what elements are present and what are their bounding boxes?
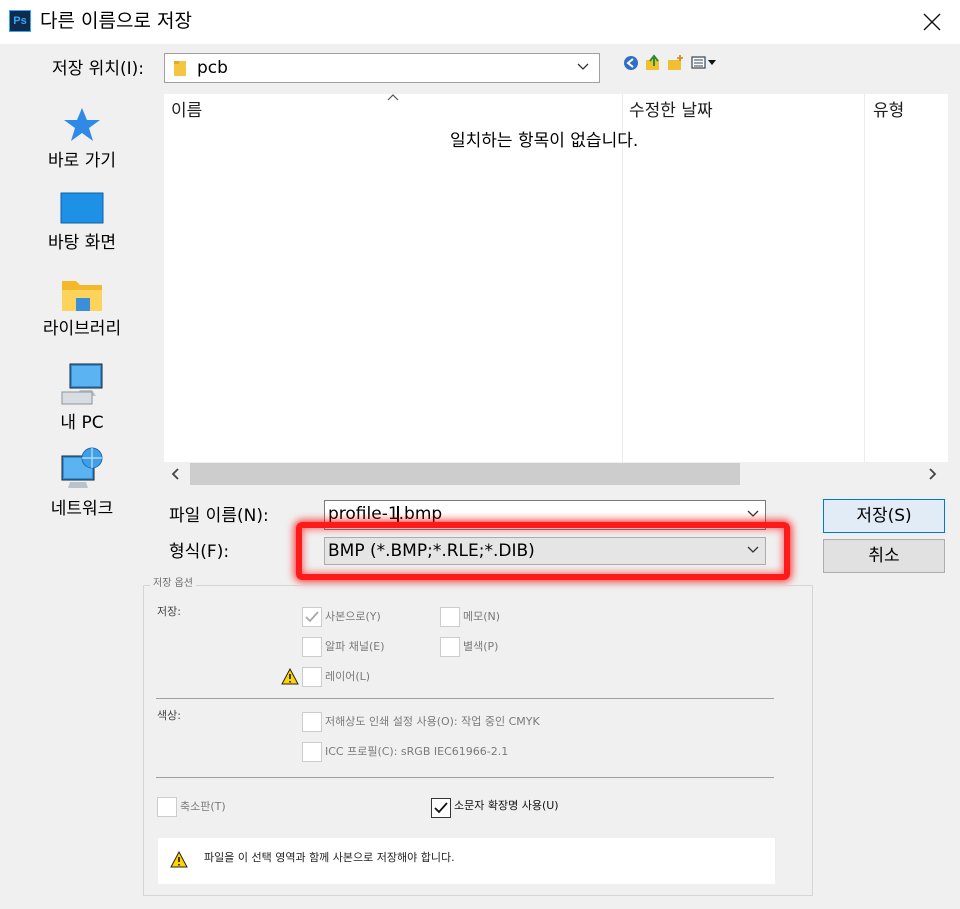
filename-label: 파일 이름(N): [169,506,269,526]
close-icon [923,13,941,31]
photoshop-app-icon: Ps [9,10,31,32]
folder-icon [174,61,186,76]
scroll-right-icon[interactable] [924,466,940,482]
warning-message-box: 파일을 이 선택 영역과 함께 사본으로 저장해야 합니다. [158,838,775,884]
places-sidebar: 바로 가기 바탕 화면 라이브러리 내 PC 네트워크 [8,94,156,572]
title-bar: Ps 다른 이름으로 저장 [0,0,960,44]
format-dropdown[interactable]: BMP (*.BMP;*.RLE;*.DIB) [324,537,766,565]
horizontal-scrollbar[interactable] [164,462,948,486]
layers-checkbox[interactable] [302,667,322,687]
alpha-channel-checkbox[interactable] [302,637,322,657]
warning-message-text: 파일을 이 선택 영역과 함께 사본으로 저장해야 합니다. [204,851,455,864]
thumbnail-label: 축소판(T) [180,800,226,813]
spot-color-label: 별색(P) [463,640,499,653]
desktop-icon [60,192,104,224]
proof-setup-label: 저해상도 인쇄 설정 사용(O): 작업 중인 CMYK [325,715,540,728]
save-button[interactable]: 저장(S) [823,499,945,533]
network-icon [61,447,103,488]
place-label: 라이브러리 [42,319,122,339]
computer-icon [61,363,103,405]
cancel-button[interactable]: 취소 [823,539,945,573]
divider [156,777,774,778]
save-section-label: 저장: [157,605,181,618]
icc-profile-label: ICC 프로필(C): sRGB IEC61966-2.1 [325,745,509,758]
proof-setup-checkbox[interactable] [302,712,322,732]
layers-label: 레이어(L) [325,670,371,683]
as-copy-label: 사본으로(Y) [325,610,381,623]
save-location-label: 저장 위치(I): [52,59,144,79]
as-copy-checkbox[interactable] [302,607,322,627]
lowercase-extension-checkbox[interactable] [431,798,451,818]
scrollbar-thumb[interactable] [190,463,740,485]
warning-icon [170,851,188,868]
format-label: 형식(F): [169,542,230,562]
place-label: 내 PC [60,413,104,433]
save-options-group: 저장 옵션 저장: 사본으로(Y) 메모(N) 알파 채널(E) 별색(P) 레… [143,577,813,896]
save-location-combobox[interactable]: pcb [164,53,600,83]
notes-label: 메모(N) [463,610,501,623]
chevron-down-icon [577,63,589,70]
up-folder-icon[interactable] [644,54,662,72]
place-desktop[interactable]: 바탕 화면 [8,192,156,254]
checkmark-icon [434,802,448,814]
dialog-title: 다른 이름으로 저장 [40,10,192,32]
color-section-label: 색상: [157,709,181,722]
save-location-value: pcb [197,58,228,78]
save-options-title: 저장 옵션 [150,577,196,591]
chevron-down-icon [747,546,759,553]
place-libraries[interactable]: 라이브러리 [8,278,156,340]
text-caret [397,506,399,526]
lowercase-extension-label: 소문자 확장명 사용(U) [454,799,559,812]
close-button[interactable] [912,4,952,40]
notes-checkbox[interactable] [440,607,460,627]
place-label: 네트워크 [50,499,114,519]
sort-ascending-icon [387,94,399,101]
place-label: 바탕 화면 [48,233,116,253]
place-label: 바로 가기 [48,151,116,171]
place-quick-access[interactable]: 바로 가기 [8,106,156,172]
view-menu-icon[interactable] [691,54,717,72]
checkmark-icon [305,611,319,623]
empty-list-message: 일치하는 항목이 없습니다. [450,131,639,151]
place-network[interactable]: 네트워크 [8,446,156,520]
alpha-channel-label: 알파 채널(E) [325,640,385,653]
back-icon[interactable] [622,54,640,72]
scroll-left-icon[interactable] [168,466,184,482]
column-header-type[interactable]: 유형 [873,100,904,122]
spot-color-checkbox[interactable] [440,637,460,657]
file-list[interactable]: 이름 수정한 날짜 유형 일치하는 항목이 없습니다. [164,94,948,462]
thumbnail-checkbox[interactable] [157,797,177,817]
chevron-down-icon[interactable] [747,510,759,518]
column-header-name[interactable]: 이름 [171,100,202,122]
star-icon [64,108,100,141]
warning-icon [281,668,299,685]
format-value: BMP (*.BMP;*.RLE;*.DIB) [328,541,535,561]
filename-input[interactable]: profile-1.bmp [324,500,766,530]
new-folder-icon[interactable] [667,54,685,72]
icc-profile-checkbox[interactable] [302,742,322,762]
library-folder-icon [62,281,102,311]
column-header-date-modified[interactable]: 수정한 날짜 [629,100,713,122]
place-this-pc[interactable]: 내 PC [8,362,156,434]
column-divider [864,94,865,462]
filename-value: profile-1.bmp [328,504,443,524]
divider [156,698,774,699]
